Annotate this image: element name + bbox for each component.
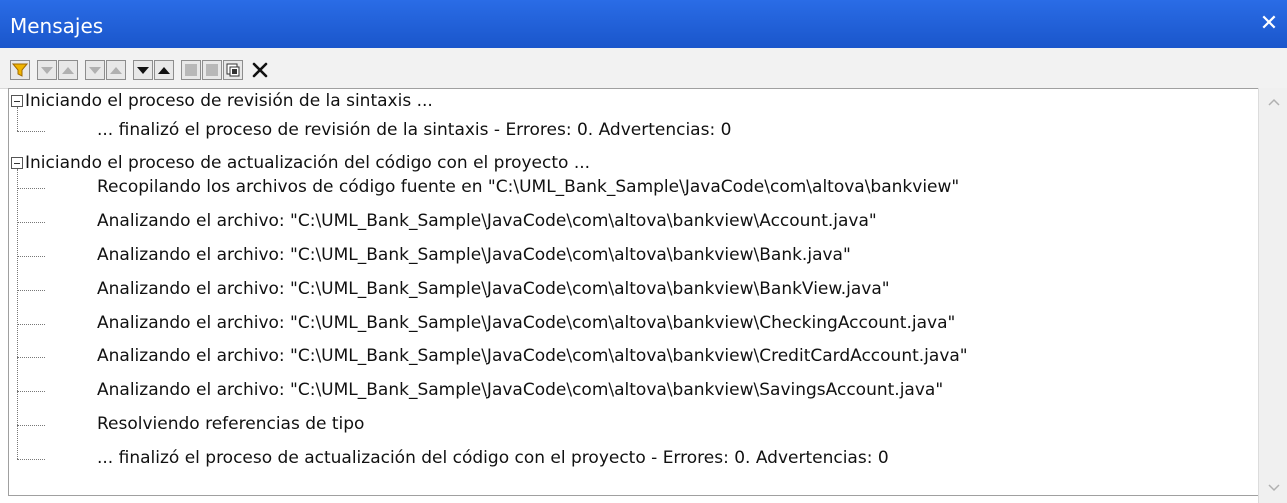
message-item[interactable]: Analizando el archivo: "C:\UML_Bank_Samp… (97, 313, 955, 341)
delete-icon (252, 62, 268, 78)
tree-line (17, 391, 45, 392)
scroll-up-icon[interactable] (1267, 96, 1281, 110)
message-item[interactable]: Analizando el archivo: "C:\UML_Bank_Samp… (97, 380, 943, 408)
copy-branch-button[interactable] (202, 60, 222, 80)
tree-line (17, 107, 18, 131)
scroll-down-icon[interactable] (1267, 480, 1281, 494)
message-item[interactable]: Analizando el archivo: "C:\UML_Bank_Samp… (97, 346, 968, 374)
copy-icon (185, 64, 197, 76)
copy-icon (206, 64, 218, 76)
vertical-scrollbar[interactable] (1258, 88, 1287, 503)
clear-button[interactable] (250, 60, 270, 80)
close-button[interactable]: ✕ (1255, 10, 1283, 38)
arrow-up-icon (158, 67, 170, 74)
title-bar[interactable]: Mensajes ✕ (0, 0, 1287, 48)
next-button[interactable] (37, 60, 57, 80)
tree-line (17, 256, 45, 257)
copy-all-button[interactable] (223, 60, 243, 80)
tree-line (17, 459, 45, 460)
arrow-up-icon (62, 67, 74, 74)
tree-line (17, 357, 45, 358)
filter-button[interactable] (10, 60, 30, 80)
tree-line (17, 324, 45, 325)
arrow-down-icon (41, 67, 53, 74)
previous-warning-button[interactable] (154, 60, 174, 80)
tree-line (17, 131, 45, 132)
copy-line-button[interactable] (181, 60, 201, 80)
next-error-button[interactable] (85, 60, 105, 80)
tree-line (17, 188, 45, 189)
message-item[interactable]: Analizando el archivo: "C:\UML_Bank_Samp… (97, 245, 851, 273)
previous-error-button[interactable] (106, 60, 126, 80)
previous-button[interactable] (58, 60, 78, 80)
messages-window: Mensajes ✕ Iniciando el proceso de revis… (0, 0, 1287, 503)
arrow-up-icon (110, 67, 122, 74)
collapse-toggle[interactable] (11, 157, 23, 169)
tree-line (17, 425, 45, 426)
next-warning-button[interactable] (133, 60, 153, 80)
filter-icon (12, 63, 28, 77)
tree-line (17, 290, 45, 291)
copy-all-icon (226, 63, 240, 77)
window-title: Mensajes (10, 14, 104, 38)
arrow-down-icon (137, 67, 149, 74)
arrow-down-icon (89, 67, 101, 74)
message-item[interactable]: ... finalizó el proceso de actualización… (97, 448, 889, 476)
message-list: Iniciando el proceso de revisión de la s… (8, 88, 1258, 496)
message-group-header[interactable]: Iniciando el proceso de revisión de la s… (25, 91, 433, 119)
message-item[interactable]: Analizando el archivo: "C:\UML_Bank_Samp… (97, 279, 890, 307)
message-item[interactable]: Analizando el archivo: "C:\UML_Bank_Samp… (97, 211, 877, 239)
message-item[interactable]: ... finalizó el proceso de revisión de l… (97, 120, 731, 148)
message-item[interactable]: Resolviendo referencias de tipo (97, 414, 364, 442)
tree-line (17, 169, 18, 459)
tree-line (17, 222, 45, 223)
message-item[interactable]: Recopilando los archivos de código fuent… (97, 177, 959, 205)
collapse-toggle[interactable] (11, 95, 23, 107)
